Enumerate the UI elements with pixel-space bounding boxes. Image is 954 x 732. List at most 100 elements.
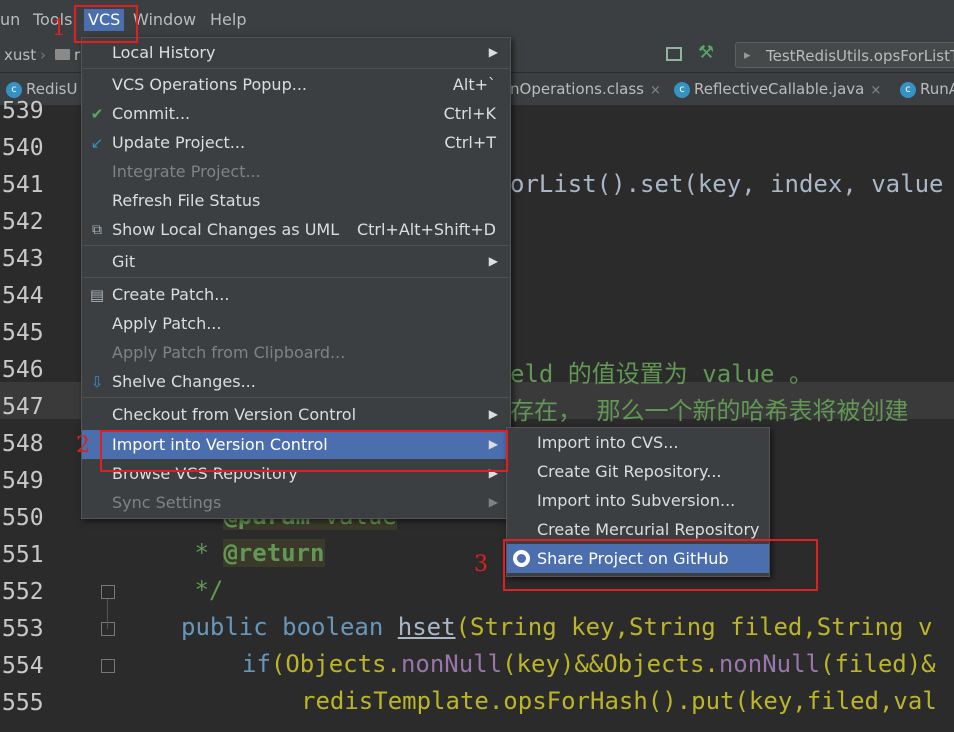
code-token: (key)&&Objects. <box>502 650 719 678</box>
shelve-icon: ⇩ <box>90 373 104 391</box>
menu-item-shelve-changes[interactable]: ⇩ Shelve Changes... <box>82 367 510 396</box>
menu-item-label: Apply Patch from Clipboard... <box>112 343 346 362</box>
menu-run[interactable]: un <box>0 9 20 31</box>
menu-item-label: VCS Operations Popup... <box>112 75 307 94</box>
code-line-551: * @return <box>180 539 325 567</box>
line-number: 543 <box>2 246 44 272</box>
code-token: eld <box>510 360 568 388</box>
menu-item-apply-patch-clipboard: Apply Patch from Clipboard... <box>82 338 510 367</box>
run-config-label: TestRedisUtils.opsForListT <box>766 47 954 65</box>
class-icon: c <box>6 81 22 98</box>
menu-help[interactable]: Help <box>210 9 246 31</box>
submenu-arrow-icon: ▶ <box>488 407 498 421</box>
fold-marker-icon[interactable] <box>101 659 115 673</box>
code-token: value <box>702 360 789 388</box>
code-line-546: eld 的值设置为 value 。 <box>510 354 813 389</box>
menu-item-label: Shelve Changes... <box>112 372 256 391</box>
breadcrumb-project[interactable]: xust <box>4 46 36 64</box>
menu-item-label: Git <box>112 252 136 271</box>
class-icon: c <box>900 81 916 98</box>
breadcrumb-separator-icon: › <box>40 46 46 64</box>
menu-item-label: Sync Settings <box>112 493 222 512</box>
code-token: @return <box>223 539 325 567</box>
main-menubar: un Tools VCS Window Help <box>0 0 954 38</box>
code-token: 。 <box>788 360 813 388</box>
line-number: 544 <box>2 283 44 309</box>
menu-item-git[interactable]: Git ▶ <box>82 247 510 276</box>
menu-item-label: Apply Patch... <box>112 314 222 333</box>
menu-window[interactable]: Window <box>133 9 196 31</box>
code-token: (Objects. <box>270 650 401 678</box>
menu-item-apply-patch[interactable]: Apply Patch... <box>82 309 510 338</box>
code-line-552: */ <box>180 576 224 604</box>
menu-item-commit[interactable]: ✔ Commit... Ctrl+K <box>82 99 510 128</box>
annotation-box-1 <box>74 5 138 43</box>
fold-guide <box>107 599 108 629</box>
menu-item-label: Checkout from Version Control <box>112 405 357 424</box>
code-token: nonNull <box>718 650 821 678</box>
code-token: .opsForHash().put(key,filed,val <box>488 687 937 715</box>
line-number: 551 <box>2 542 44 568</box>
code-line-555: redisTemplate.opsForHash().put(key,filed… <box>301 687 937 715</box>
close-icon[interactable]: × <box>650 83 661 98</box>
code-token: (filed)& <box>820 650 936 678</box>
menu-item-label: Refresh File Status <box>112 191 261 210</box>
menu-item-shortcut: Ctrl+T <box>444 133 496 152</box>
line-number: 554 <box>2 653 44 679</box>
menu-item-shortcut: Alt+` <box>452 75 496 94</box>
tab-operations-class[interactable]: nOperations.class × <box>510 73 661 105</box>
build-icon[interactable] <box>666 47 682 61</box>
uml-icon: ⧉ <box>92 222 102 238</box>
tab-runa[interactable]: c RunA <box>900 73 954 105</box>
menu-item-create-patch[interactable]: ▤ Create Patch... <box>82 280 510 309</box>
submenu-item-create-git-repo[interactable]: Create Git Repository... <box>507 457 769 486</box>
menu-item-label: Show Local Changes as UML <box>112 220 340 239</box>
menu-item-label: Create Git Repository... <box>537 462 722 481</box>
line-number: 545 <box>2 320 44 346</box>
patch-icon: ▤ <box>89 286 105 304</box>
code-token: public <box>181 613 268 641</box>
fold-marker-icon[interactable] <box>101 585 115 599</box>
submenu-arrow-icon: ▶ <box>488 254 498 268</box>
menu-item-label: Integrate Project... <box>112 162 261 181</box>
code-line-553: public boolean hset(String key,String fi… <box>181 613 932 641</box>
menu-item-shortcut: Ctrl+K <box>443 104 496 123</box>
line-number: 539 <box>2 98 44 124</box>
menu-item-vcs-operations-popup[interactable]: VCS Operations Popup... Alt+` <box>82 70 510 99</box>
tab-reflective-callable[interactable]: c ReflectiveCallable.java × <box>674 73 881 105</box>
fold-marker-icon[interactable] <box>101 622 115 636</box>
update-arrow-icon: ↙ <box>90 134 104 152</box>
menu-item-update-project[interactable]: ↙ Update Project... Ctrl+T <box>82 128 510 157</box>
annotation-number-2: 2 <box>76 433 90 458</box>
hammer-icon[interactable]: ⚒ <box>698 42 714 63</box>
code-token: redisTemplate <box>301 687 489 715</box>
tab-label: ReflectiveCallable.java <box>694 80 865 98</box>
class-icon: c <box>674 81 690 98</box>
run-configuration-select[interactable]: ▸ TestRedisUtils.opsForListT <box>735 42 954 68</box>
breadcrumb-folder[interactable]: r <box>74 46 80 64</box>
menu-item-local-history[interactable]: Local History ▶ <box>82 38 510 67</box>
line-number: 549 <box>2 468 44 494</box>
menu-item-show-local-changes-uml[interactable]: ⧉ Show Local Changes as UML Ctrl+Alt+Shift… <box>82 215 510 244</box>
code-token: * <box>180 539 224 567</box>
code-line-541: orList().set(key, index, value <box>510 170 944 198</box>
annotation-number-3: 3 <box>474 552 488 577</box>
menu-item-label: Commit... <box>112 104 191 123</box>
line-number: 552 <box>2 579 44 605</box>
line-number: 553 <box>2 616 44 642</box>
menu-separator <box>83 277 509 278</box>
line-number: 555 <box>2 690 44 716</box>
menu-item-checkout[interactable]: Checkout from Version Control ▶ <box>82 400 510 429</box>
line-number: 540 <box>2 135 44 161</box>
line-number: 541 <box>2 172 44 198</box>
submenu-arrow-icon: ▶ <box>488 495 498 509</box>
close-icon[interactable]: × <box>870 83 881 98</box>
submenu-item-import-subversion[interactable]: Import into Subversion... <box>507 486 769 515</box>
submenu-item-import-cvs[interactable]: Import into CVS... <box>507 428 769 457</box>
menu-separator <box>83 245 509 246</box>
menu-item-refresh-file-status[interactable]: Refresh File Status <box>82 186 510 215</box>
annotation-number-1: 1 <box>52 16 66 41</box>
menu-item-label: Update Project... <box>112 133 246 152</box>
menu-item-shortcut: Ctrl+Alt+Shift+D <box>356 220 496 239</box>
check-icon: ✔ <box>90 105 104 123</box>
